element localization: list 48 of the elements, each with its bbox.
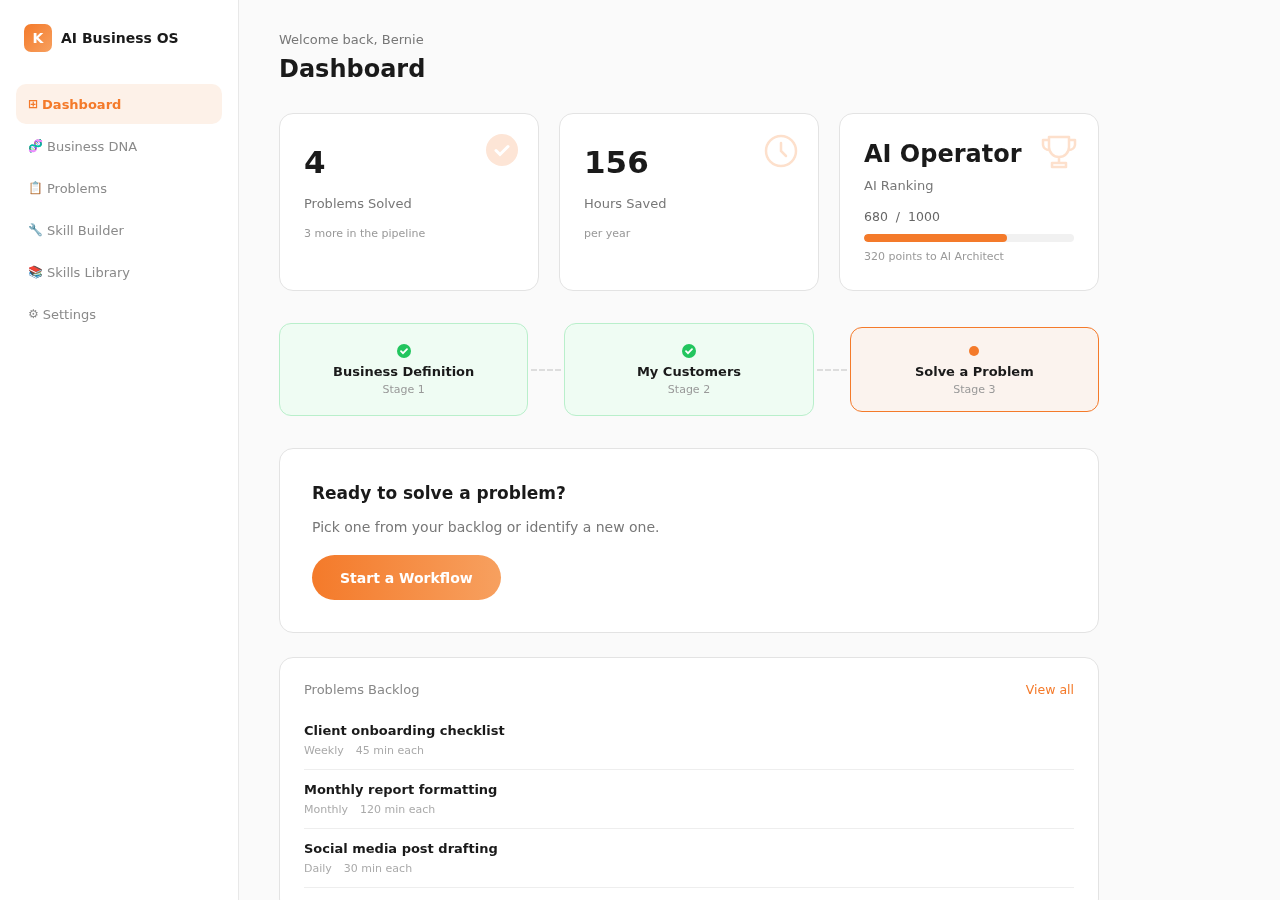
problem-duration: 120 min each: [360, 803, 436, 816]
backlog-title: Problems Backlog: [304, 682, 420, 697]
sidebar-item[interactable]: ⊞ Dashboard: [16, 84, 222, 124]
cta-title: Ready to solve a problem?: [312, 483, 567, 503]
stat-note: 3 more in the pipeline: [304, 227, 427, 240]
problem-title: Client onboarding checklist: [304, 723, 506, 738]
problem-title: Social media post drafting: [304, 841, 499, 856]
sidebar-item[interactable]: 📋 Problems: [16, 168, 222, 208]
points-value: 680: [864, 209, 888, 224]
stage-title: My Customers: [636, 363, 742, 379]
stat-value: 4: [304, 144, 326, 180]
trophy-icon: [1040, 134, 1078, 170]
problem-title: Monthly report formatting: [304, 782, 499, 797]
stat-label: Hours Saved: [584, 196, 668, 211]
cta-text: Pick one from your backlog or identify a new one.: [312, 519, 661, 535]
problem-frequency: Daily: [304, 862, 332, 875]
stat-note: per year: [584, 227, 632, 240]
logo: K: [24, 24, 52, 52]
stage-title: Solve a Problem: [914, 363, 1034, 379]
stat-label: Problems Solved: [304, 196, 413, 211]
sidebar-item[interactable]: ⚙ Settings: [16, 294, 222, 334]
greeting: Welcome back, Bernie: [279, 32, 425, 47]
points-separator: /: [895, 209, 901, 224]
problem-duration: 30 min each: [343, 862, 413, 875]
sidebar-item[interactable]: 🧬 Business DNA: [16, 126, 222, 166]
check-icon: [682, 343, 696, 358]
stage-subtitle: Stage 2: [667, 382, 711, 396]
check-icon: [396, 343, 411, 358]
view-all-link[interactable]: View all: [1025, 682, 1074, 697]
points-max: 1000: [908, 209, 940, 224]
status-dot: [969, 345, 980, 356]
stat-note: 320 points to AI Architect: [864, 250, 1005, 263]
brand-name: AI Business OS: [61, 30, 179, 46]
problem-frequency: Monthly: [304, 803, 349, 816]
stage-title: Business Definition: [333, 363, 475, 379]
sidebar-item[interactable]: 🔧 Skill Builder: [16, 210, 222, 250]
sidebar-item[interactable]: 📚 Skills Library: [16, 252, 222, 292]
problem-duration: 45 min each: [355, 744, 424, 757]
stage-subtitle: Stage 3: [953, 382, 996, 396]
stat-label: AI Ranking: [864, 178, 935, 193]
stat-value: 156: [584, 144, 649, 180]
check-icon: [486, 134, 518, 166]
stage-subtitle: Stage 1: [382, 382, 425, 396]
page-title: Dashboard: [279, 55, 427, 83]
start-workflow-button[interactable]: Start a Workflow: [312, 555, 501, 600]
problem-frequency: Weekly: [304, 744, 344, 757]
clock-icon: [764, 134, 798, 168]
stat-value: AI Operator: [864, 140, 1022, 168]
